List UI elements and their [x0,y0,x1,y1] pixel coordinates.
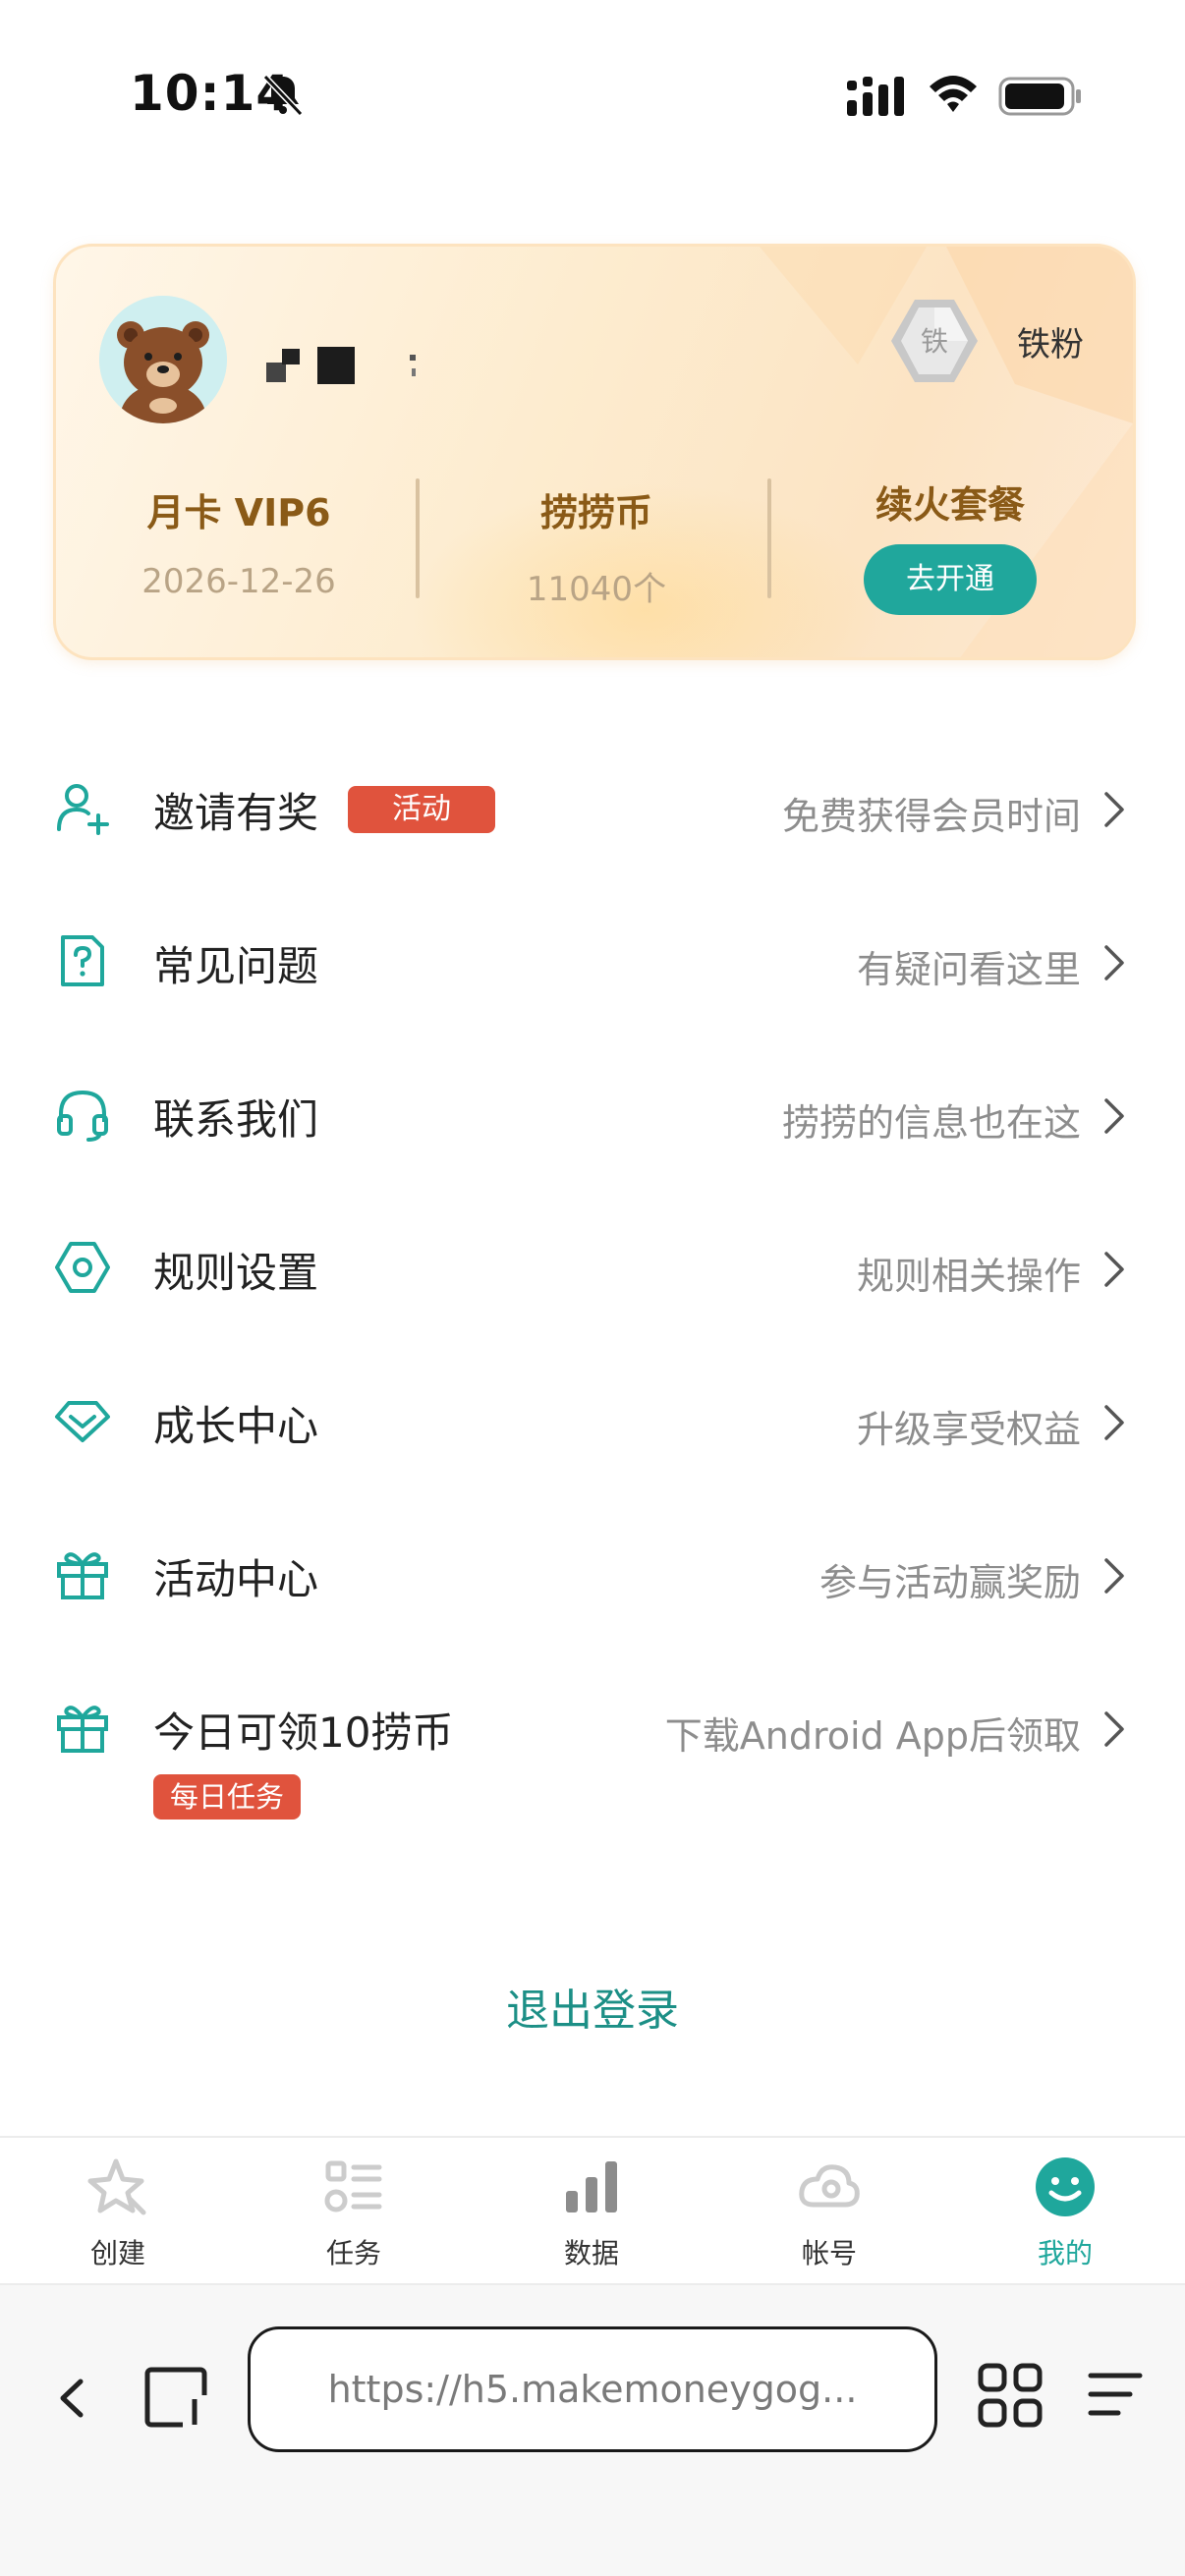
chevron-right-icon [1104,1711,1124,1747]
apps-grid-icon[interactable] [977,2362,1044,2429]
menu-label: 规则设置 [153,1249,319,1297]
tab-label: 数据 [563,2237,619,2269]
menu-label: 邀请有奖 [153,789,319,837]
level-badge-char: 铁 [921,325,948,358]
bell-muted-icon [262,74,304,117]
bear-avatar-icon [99,296,227,423]
stat-renew-package: 续火套餐 去开通 [822,475,1078,615]
menu-item-contact[interactable]: 联系我们 捞捞的信息也在这 [0,1039,1185,1193]
menu-item-daily-coins[interactable]: 今日可领10捞币 每日任务 下载Android App后领取 [0,1652,1185,1849]
user-plus-icon [57,784,109,835]
logout-button[interactable]: 退出登录 [0,1975,1185,2038]
smile-icon [1036,2157,1095,2216]
menu-hint: 免费获得会员时间 [781,795,1081,838]
bar-chart-icon [566,2161,617,2212]
stat-vip-expiry: 2026-12-26 [141,562,336,601]
menu-hint: 有疑问看这里 [856,948,1081,991]
username-mosaic [266,347,416,384]
tab-tasks[interactable]: 任务 [275,2138,432,2285]
gift-icon [57,1706,108,1753]
menu-hint: 升级享受权益 [856,1408,1081,1451]
menu-label: 今日可领10捞币 [153,1708,454,1757]
stat-divider [416,478,420,598]
activate-button[interactable]: 去开通 [864,544,1037,615]
avatar[interactable] [99,296,227,423]
menu-label: 常见问题 [153,942,319,990]
cloud-account-icon [799,2164,860,2208]
chevron-right-icon [1104,1252,1124,1287]
tab-label: 我的 [1037,2237,1093,2269]
stat-coins[interactable]: 捞捞币 11040个 [469,482,724,610]
stat-coins-count: 11040个 [526,570,667,609]
tab-data[interactable]: 数据 [513,2138,670,2285]
menu-hint: 规则相关操作 [856,1255,1081,1298]
menu-item-growth[interactable]: 成长中心 升级享受权益 [0,1346,1185,1499]
menu-item-rules[interactable]: 规则设置 规则相关操作 [0,1193,1185,1346]
task-list-icon [324,2160,382,2212]
activity-tag: 活动 [348,786,495,833]
menu-item-faq[interactable]: 常见问题 有疑问看这里 [0,886,1185,1039]
hexagon-settings-icon [55,1242,110,1293]
menu-icon[interactable] [1085,2364,1146,2425]
chevron-right-icon [1104,1098,1124,1134]
headset-icon [57,1090,108,1142]
tab-mine[interactable]: 我的 [987,2138,1144,2285]
tab-create[interactable]: 创建 [39,2138,197,2285]
stat-renew-title: 续火套餐 [875,483,1025,527]
menu-hint: 参与活动赢奖励 [818,1561,1081,1604]
member-card: 铁 铁粉 月卡 VIP6 2026-12-26 捞捞币 11040个 续火套餐 … [53,244,1136,660]
chevron-right-icon [1104,792,1124,827]
browser-toolbar: https://h5.makemoneygog... [0,2283,1185,2576]
tab-label: 创建 [89,2237,145,2269]
back-icon[interactable] [51,2364,94,2433]
tab-account[interactable]: 帐号 [751,2138,908,2285]
url-field[interactable]: https://h5.makemoneygog... [248,2326,937,2452]
page: 10:14 铁 铁粉 月卡 VIP6 2026-12-26 捞捞币 11040个… [0,0,1185,2576]
wifi-icon [930,76,977,112]
stat-divider [767,478,771,598]
stat-vip-title: 月卡 VIP6 [146,491,331,534]
gift-icon [57,1552,108,1599]
question-doc-icon [61,935,104,986]
menu-label: 联系我们 [153,1095,319,1144]
status-bar: 10:14 [0,0,1185,187]
chevron-right-icon [1104,1405,1124,1440]
stat-coins-title: 捞捞币 [539,491,652,534]
daily-task-tag: 每日任务 [153,1774,301,1820]
level-badge-icon: 铁 [891,300,978,382]
menu-item-invite[interactable]: 邀请有奖 活动 免费获得会员时间 [0,733,1185,886]
menu-label: 活动中心 [153,1555,319,1603]
level-name: 铁粉 [1017,325,1084,364]
chevron-right-icon [1104,1558,1124,1594]
cellular-signal-icon [847,77,904,116]
battery-icon [998,77,1081,116]
star-icon [87,2158,146,2215]
tabs-icon[interactable] [143,2364,210,2431]
menu-hint: 下载Android App后领取 [664,1714,1081,1758]
tab-label: 帐号 [801,2237,857,2269]
chevron-right-icon [1104,945,1124,980]
diamond-icon [55,1401,110,1442]
menu-label: 成长中心 [153,1402,319,1450]
menu-item-activity-center[interactable]: 活动中心 参与活动赢奖励 [0,1499,1185,1652]
menu-hint: 捞捞的信息也在这 [781,1101,1081,1145]
stat-vip[interactable]: 月卡 VIP6 2026-12-26 [111,482,367,601]
tab-label: 任务 [325,2237,381,2269]
bottom-tab-bar: 创建 任务 数据 帐号 我的 [0,2136,1185,2283]
